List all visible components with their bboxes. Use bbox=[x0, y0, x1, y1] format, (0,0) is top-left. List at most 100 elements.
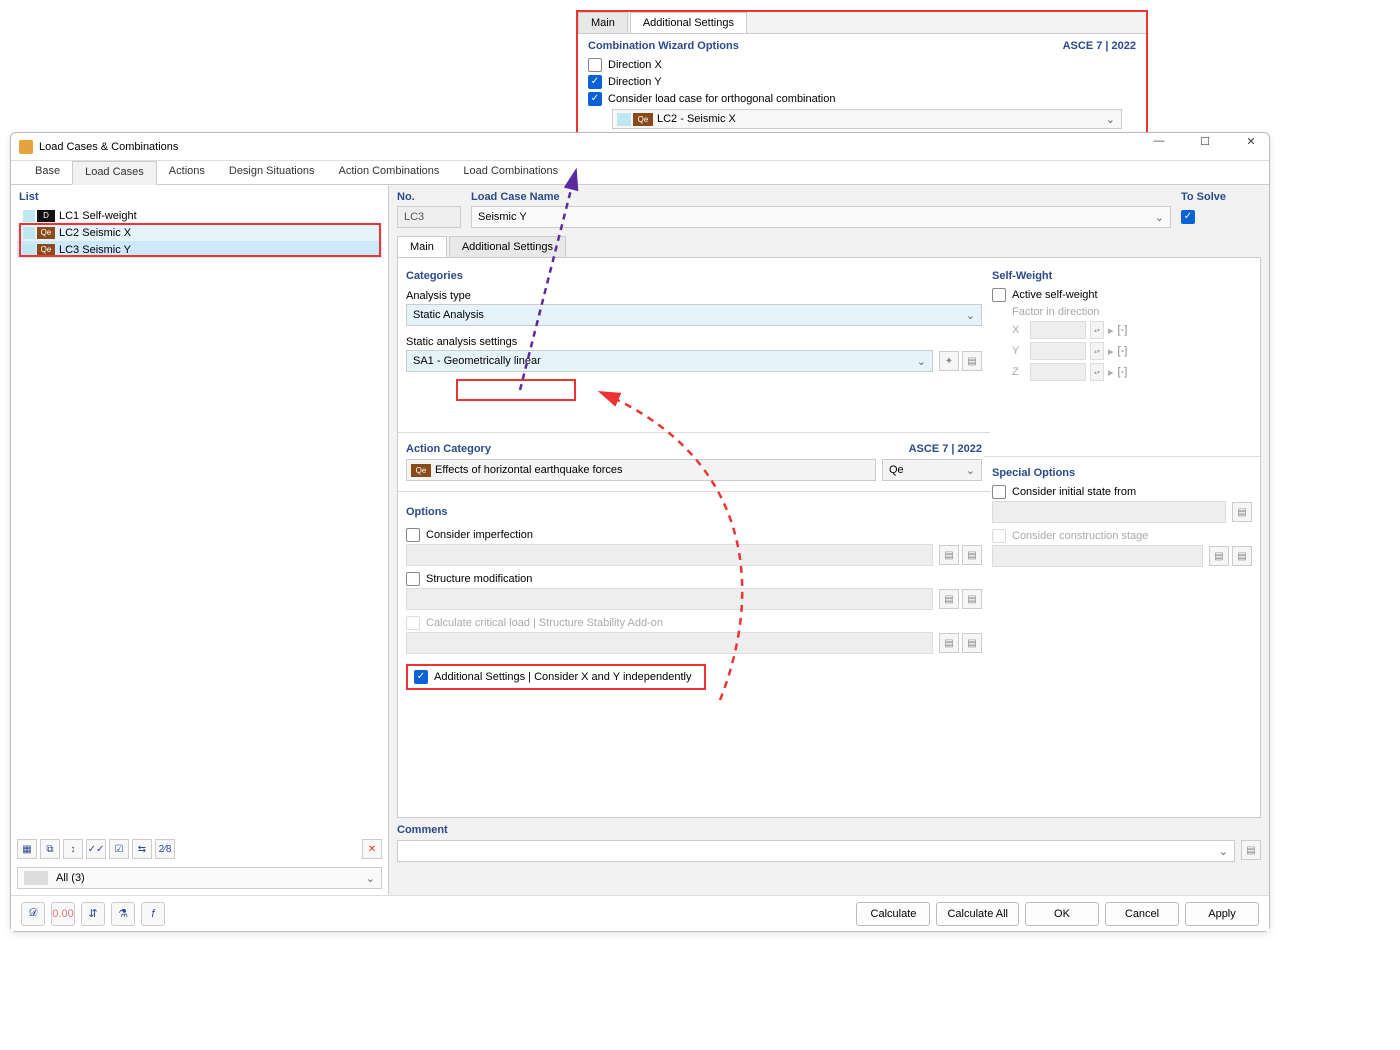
stepper-icon: ▴▾ bbox=[1090, 363, 1104, 381]
calculate-button[interactable]: Calculate bbox=[856, 902, 930, 926]
label-direction-x: Direction X bbox=[608, 59, 662, 71]
load-badge: Qe bbox=[633, 113, 653, 126]
comment-field[interactable]: ⌄ bbox=[397, 840, 1235, 862]
edit-icon: ▤ bbox=[1232, 502, 1252, 522]
chevron-down-icon: ⌄ bbox=[366, 872, 375, 885]
list-item-lc1[interactable]: D LC1 Self-weight bbox=[17, 207, 382, 224]
popup-tab-additional[interactable]: Additional Settings bbox=[630, 12, 747, 33]
tab-action-combinations[interactable]: Action Combinations bbox=[326, 161, 451, 184]
filter-select[interactable]: All (3) ⌄ bbox=[17, 867, 382, 889]
apply-button[interactable]: Apply bbox=[1185, 902, 1259, 926]
structmod-input bbox=[406, 588, 933, 610]
new-icon: ▤ bbox=[939, 589, 959, 609]
static-settings-select[interactable]: SA1 - Geometrically linear⌄ bbox=[406, 350, 933, 372]
checkbox-direction-y[interactable] bbox=[588, 75, 602, 89]
tab-load-cases[interactable]: Load Cases bbox=[72, 161, 157, 185]
categories-title: Categories bbox=[406, 270, 982, 282]
chevron-down-icon: ⌄ bbox=[966, 309, 975, 322]
comment-edit-button[interactable]: ▤ bbox=[1241, 840, 1261, 860]
list-panel: List D LC1 Self-weight Qe LC2 Seismic X … bbox=[11, 185, 389, 895]
tab-design-situations[interactable]: Design Situations bbox=[217, 161, 327, 184]
label-initial-state: Consider initial state from bbox=[1012, 486, 1136, 498]
fx-button[interactable]: f bbox=[141, 902, 165, 926]
color-swatch bbox=[23, 227, 35, 239]
checkbox-imperfection[interactable] bbox=[406, 528, 420, 542]
checkbox-direction-x[interactable] bbox=[588, 58, 602, 72]
list-item-lc3[interactable]: Qe LC3 Seismic Y bbox=[17, 241, 382, 258]
decimals-button[interactable]: 0.00 bbox=[51, 902, 75, 926]
chevron-down-icon: ⌄ bbox=[1219, 845, 1228, 858]
orthogonal-value: LC2 - Seismic X bbox=[657, 113, 736, 125]
list-item-lc2[interactable]: Qe LC2 Seismic X bbox=[17, 224, 382, 241]
tab-actions[interactable]: Actions bbox=[157, 161, 217, 184]
new-icon: ▤ bbox=[939, 545, 959, 565]
orthogonal-select[interactable]: Qe LC2 - Seismic X ⌄ bbox=[612, 109, 1122, 129]
action-category-select[interactable]: Qe Effects of horizontal earthquake forc… bbox=[406, 459, 876, 481]
arrow-icon: ▸ bbox=[1108, 366, 1114, 379]
number-button[interactable]: 2⁄8 bbox=[155, 839, 175, 859]
ok-button[interactable]: OK bbox=[1025, 902, 1099, 926]
delete-button[interactable]: ✕ bbox=[362, 839, 382, 859]
checkbox-construction-stage bbox=[992, 529, 1006, 543]
sort-button[interactable]: ↕ bbox=[63, 839, 83, 859]
checkbox-additional-settings[interactable] bbox=[414, 670, 428, 684]
load-badge: Qe bbox=[411, 464, 431, 477]
checkbox-critical bbox=[406, 616, 420, 630]
checkbox-self-weight[interactable] bbox=[992, 288, 1006, 302]
additional-settings-highlight: Additional Settings | Consider X and Y i… bbox=[406, 664, 706, 690]
action-code-select[interactable]: Qe⌄ bbox=[882, 459, 982, 481]
name-value: Seismic Y bbox=[478, 211, 527, 223]
select-button[interactable]: ☑ bbox=[109, 839, 129, 859]
edit-settings-button[interactable]: ▤ bbox=[962, 351, 982, 371]
label-structmod: Structure modification bbox=[426, 573, 532, 585]
options-title: Options bbox=[406, 506, 982, 518]
chevron-down-icon: ⌄ bbox=[1155, 211, 1164, 224]
so-title: Special Options bbox=[992, 467, 1252, 479]
color-swatch bbox=[23, 244, 35, 256]
edit-icon: ▤ bbox=[1232, 546, 1252, 566]
close-button[interactable]: ✕ bbox=[1237, 135, 1265, 148]
checkbox-initial-state[interactable] bbox=[992, 485, 1006, 499]
chevron-down-icon: ⌄ bbox=[1106, 113, 1115, 126]
no-label: No. bbox=[397, 191, 461, 203]
list-item-label: LC2 Seismic X bbox=[59, 227, 131, 239]
name-field[interactable]: Seismic Y ⌄ bbox=[471, 206, 1171, 228]
copy-button[interactable]: ⧉ bbox=[40, 839, 60, 859]
factor-y-input bbox=[1030, 342, 1086, 360]
tab-load-combinations[interactable]: Load Combinations bbox=[451, 161, 570, 184]
subtab-main[interactable]: Main bbox=[397, 236, 447, 257]
chevron-down-icon: ⌄ bbox=[966, 464, 975, 477]
stage-input bbox=[992, 545, 1203, 567]
checkbox-orthogonal[interactable] bbox=[588, 92, 602, 106]
load-badge: Qe bbox=[37, 244, 55, 256]
link-button[interactable]: ⇆ bbox=[132, 839, 152, 859]
check-button[interactable]: ✓✓ bbox=[86, 839, 106, 859]
factor-z-input bbox=[1030, 363, 1086, 381]
maximize-button[interactable]: ☐ bbox=[1191, 135, 1219, 148]
label-self-weight: Active self-weight bbox=[1012, 289, 1098, 301]
tab-base[interactable]: Base bbox=[23, 161, 72, 184]
units-button[interactable]: 𝒟 bbox=[21, 902, 45, 926]
subtab-additional[interactable]: Additional Settings bbox=[449, 236, 566, 257]
calculate-all-button[interactable]: Calculate All bbox=[936, 902, 1019, 926]
titlebar: Load Cases & Combinations — ☐ ✕ bbox=[11, 133, 1269, 161]
name-label: Load Case Name bbox=[471, 191, 1171, 203]
label-critical: Calculate critical load | Structure Stab… bbox=[426, 617, 663, 629]
initial-state-input bbox=[992, 501, 1226, 523]
main-window: Load Cases & Combinations — ☐ ✕ Base Loa… bbox=[10, 132, 1270, 932]
app-icon bbox=[19, 140, 33, 154]
checkbox-to-solve[interactable] bbox=[1181, 210, 1195, 224]
filter-button[interactable]: ⚗ bbox=[111, 902, 135, 926]
tree-button[interactable]: ⇵ bbox=[81, 902, 105, 926]
analysis-type-select[interactable]: Static Analysis⌄ bbox=[406, 304, 982, 326]
label-orthogonal: Consider load case for orthogonal combin… bbox=[608, 93, 835, 105]
edit-icon: ▤ bbox=[962, 633, 982, 653]
new-settings-button[interactable]: ✦ bbox=[939, 351, 959, 371]
cancel-button[interactable]: Cancel bbox=[1105, 902, 1179, 926]
window-title: Load Cases & Combinations bbox=[39, 141, 178, 153]
new-button[interactable]: ▦ bbox=[17, 839, 37, 859]
popup-tab-main[interactable]: Main bbox=[578, 12, 628, 33]
label-imperfection: Consider imperfection bbox=[426, 529, 533, 541]
checkbox-structmod[interactable] bbox=[406, 572, 420, 586]
minimize-button[interactable]: — bbox=[1145, 135, 1173, 148]
